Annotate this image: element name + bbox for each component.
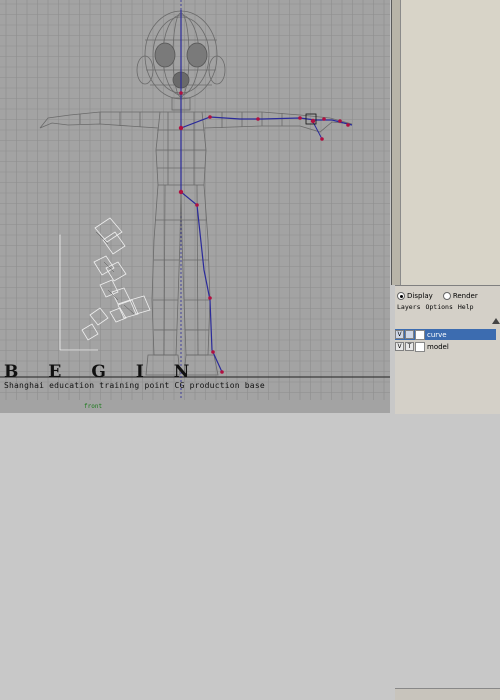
banner-subtitle: Shanghai education training point CG pro… (4, 381, 265, 390)
menu-options[interactable]: Options (425, 303, 452, 313)
display-type-toggle[interactable]: T (405, 342, 414, 351)
layer-color-swatch[interactable] (415, 342, 425, 352)
right-panel (391, 0, 500, 285)
visibility-toggle[interactable]: V (395, 342, 404, 351)
viewport-canvas[interactable] (0, 0, 390, 413)
layer-editor-footer (395, 688, 500, 700)
radio-icon[interactable] (397, 292, 405, 300)
tab-display-label: Display (407, 292, 433, 300)
tab-render[interactable]: Render (443, 292, 478, 300)
layer-tabs: Display Render (397, 290, 478, 302)
banner-title: BEGIN (4, 362, 219, 382)
layer-menubar: Layers Options Help (397, 303, 497, 313)
panel-divider[interactable] (392, 0, 401, 285)
camera-label: front (84, 403, 102, 410)
scroll-up-icon[interactable] (492, 318, 500, 324)
radio-icon[interactable] (443, 292, 451, 300)
visibility-toggle[interactable]: V (395, 330, 404, 339)
menu-help[interactable]: Help (458, 303, 474, 313)
layer-editor: Display Render Layers Options Help V cur… (395, 285, 500, 414)
layer-name[interactable]: curve (427, 331, 447, 339)
layer-row-model[interactable]: V T model (395, 341, 496, 352)
tab-render-label: Render (453, 292, 478, 300)
layer-row-curve[interactable]: V curve (395, 329, 496, 340)
layer-name[interactable]: model (427, 343, 449, 351)
layer-color-swatch[interactable] (415, 330, 425, 340)
front-viewport[interactable]: BEGIN Shanghai education training point … (0, 0, 390, 413)
menu-layers[interactable]: Layers (397, 303, 420, 313)
display-type-toggle[interactable] (405, 330, 414, 339)
tab-display[interactable]: Display (397, 292, 433, 300)
